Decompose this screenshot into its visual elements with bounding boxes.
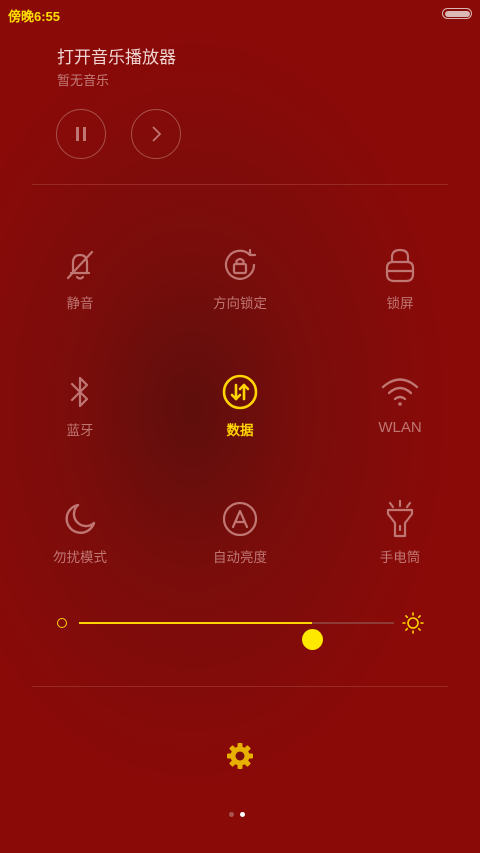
- brightness-low-icon: [57, 618, 67, 628]
- bluetooth-icon: [60, 372, 100, 412]
- wifi-icon: [380, 372, 420, 412]
- flashlight-icon: [380, 499, 420, 539]
- page-dot: [229, 812, 234, 817]
- toggle-mute[interactable]: 静音: [0, 245, 160, 325]
- toggle-label: 手电筒: [379, 550, 421, 566]
- brightness-slider[interactable]: [52, 605, 432, 650]
- toggle-label: 自动亮度: [213, 550, 267, 566]
- brightness-high-icon: [402, 612, 424, 634]
- toggle-label: 数据: [226, 423, 254, 439]
- next-track-button[interactable]: [131, 109, 181, 159]
- pause-icon: [76, 127, 86, 141]
- divider: [32, 184, 448, 185]
- music-title[interactable]: 打开音乐播放器: [57, 43, 176, 68]
- toggle-label: 勿扰模式: [53, 550, 107, 566]
- toggle-flashlight[interactable]: 手电筒: [320, 499, 480, 579]
- toggle-label: WLAN: [378, 419, 422, 436]
- page-dot-current: [240, 812, 245, 817]
- toggle-label: 锁屏: [386, 296, 414, 312]
- slider-fill: [79, 622, 313, 624]
- toggle-do-not-disturb[interactable]: 勿扰模式: [0, 499, 160, 579]
- status-bar: 傍晚6:55: [0, 0, 480, 26]
- chevron-right-icon: [152, 126, 162, 142]
- lock-icon: [380, 245, 420, 285]
- toggle-wlan[interactable]: WLAN: [320, 372, 480, 452]
- slider-thumb[interactable]: [302, 629, 324, 650]
- music-subtitle: 暂无音乐: [57, 74, 110, 89]
- toggle-label: 蓝牙: [66, 423, 94, 439]
- page-indicator: [229, 812, 245, 817]
- rotation-lock-icon: [220, 245, 260, 285]
- gear-icon: [227, 743, 253, 769]
- status-time: 傍晚6:55: [8, 9, 61, 24]
- bell-off-icon: [60, 245, 100, 285]
- battery-icon: [442, 8, 472, 19]
- play-pause-button[interactable]: [56, 109, 106, 159]
- settings-button[interactable]: [224, 740, 256, 772]
- toggle-lock-screen[interactable]: 锁屏: [320, 245, 480, 325]
- moon-icon: [60, 499, 100, 539]
- toggle-mobile-data[interactable]: 数据: [160, 372, 320, 452]
- toggle-label: 静音: [66, 296, 94, 312]
- toggle-bluetooth[interactable]: 蓝牙: [0, 372, 160, 452]
- toggle-label: 方向锁定: [213, 296, 267, 312]
- divider: [32, 686, 448, 687]
- toggle-rotation-lock[interactable]: 方向锁定: [160, 245, 320, 325]
- toggle-auto-brightness[interactable]: 自动亮度: [160, 499, 320, 579]
- slider-track[interactable]: [79, 622, 394, 650]
- mobile-data-icon: [220, 372, 260, 412]
- auto-brightness-icon: [220, 499, 260, 539]
